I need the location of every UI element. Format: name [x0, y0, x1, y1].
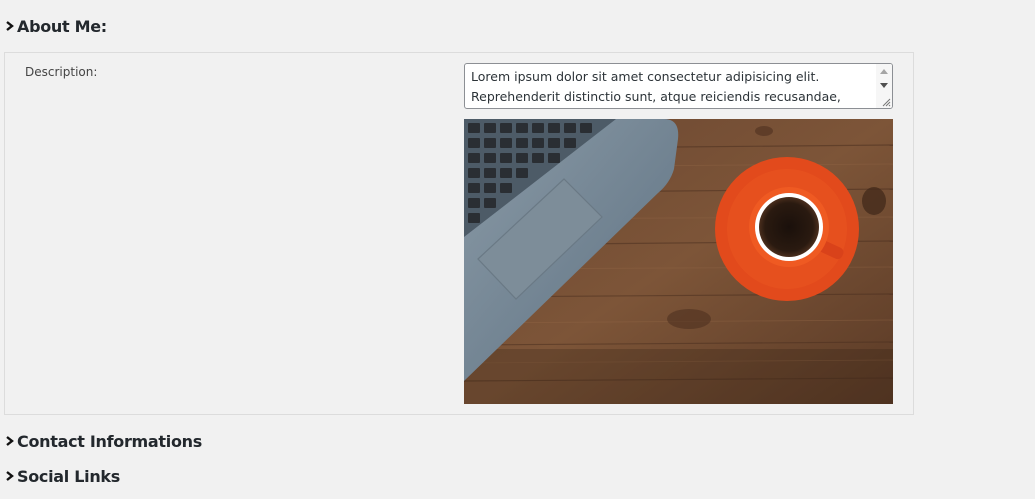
scroll-down-icon[interactable] — [880, 83, 888, 88]
section-header-social-links[interactable]: Social Links — [5, 464, 120, 488]
description-textarea[interactable]: Lorem ipsum dolor sit amet consectetur a… — [464, 63, 893, 109]
description-image — [464, 119, 893, 404]
section-header-contact-informations[interactable]: Contact Informations — [5, 429, 202, 453]
section-title-about-me: About Me: — [17, 16, 107, 36]
resize-grip-icon[interactable] — [882, 98, 891, 107]
chevron-right-icon — [6, 471, 14, 481]
description-label: Description: — [25, 65, 98, 79]
about-me-panel: Description: Lorem ipsum dolor sit amet … — [4, 52, 914, 415]
chevron-right-icon — [6, 21, 14, 31]
chevron-right-icon — [6, 436, 14, 446]
section-header-about-me[interactable]: About Me: — [5, 14, 107, 38]
description-text: Lorem ipsum dolor sit amet consectetur a… — [471, 69, 841, 104]
section-title-social-links: Social Links — [17, 466, 120, 486]
section-title-contact-informations: Contact Informations — [17, 431, 202, 451]
scroll-up-icon[interactable] — [880, 69, 888, 74]
